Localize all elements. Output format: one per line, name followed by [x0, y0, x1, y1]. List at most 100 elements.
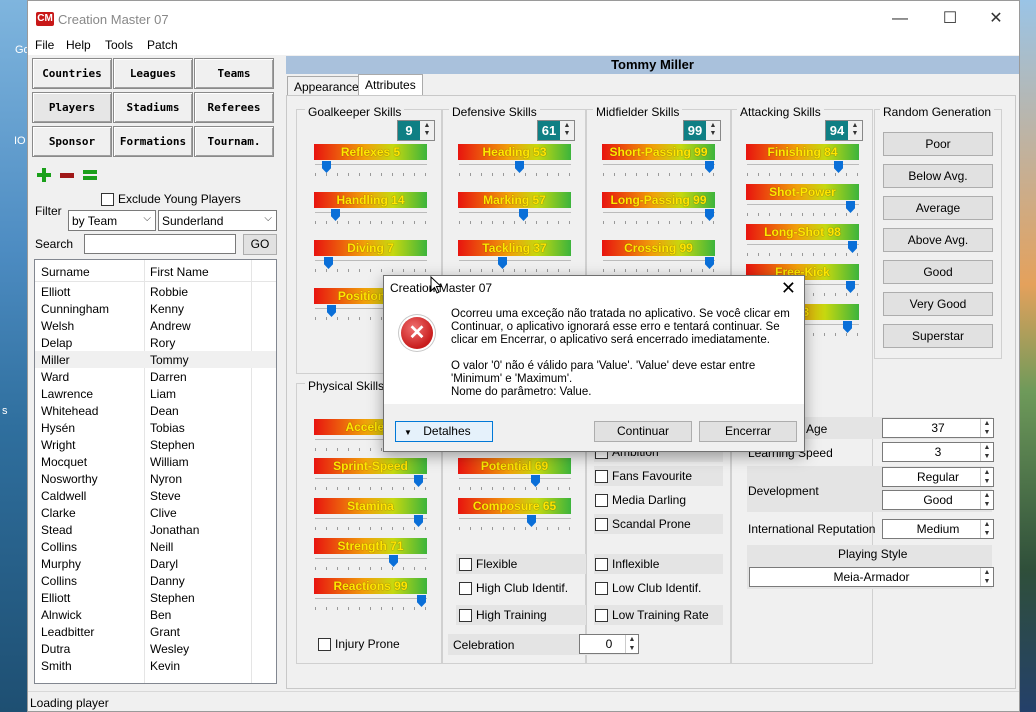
menu-file[interactable]: File [35, 38, 54, 52]
spin-arrows-icon[interactable]: ▲ ▼ [980, 443, 993, 461]
crossing-slider[interactable] [603, 257, 715, 273]
filter-team-select[interactable]: Sunderland ⌵ [158, 210, 277, 231]
slider-thumb[interactable] [705, 209, 714, 221]
spin-arrows-icon[interactable]: ▲ ▼ [980, 568, 993, 586]
list-item[interactable]: Caldwell Steve [35, 487, 276, 504]
random-superstar-button[interactable]: Superstar [883, 324, 993, 348]
go-button[interactable]: GO [243, 234, 277, 255]
high-club-identif-checkbox[interactable] [459, 582, 472, 595]
player-list[interactable]: Surname First Name Elliott Robbie Cunningh… [34, 259, 277, 684]
nav-players-button[interactable]: Players [32, 92, 112, 123]
slider-thumb[interactable] [331, 209, 340, 221]
slider-thumb[interactable] [414, 475, 423, 487]
column-header-first-name[interactable]: First Name [150, 265, 209, 279]
exit-button[interactable]: Encerrar [699, 421, 797, 442]
nav-countries-button[interactable]: Countries [32, 58, 112, 89]
list-item[interactable]: Wright Stephen [35, 436, 276, 453]
spin-arrows-icon[interactable]: ▲ ▼ [421, 122, 433, 139]
list-item[interactable]: Collins Danny [35, 572, 276, 589]
column-header-surname[interactable]: Surname [41, 265, 90, 279]
remove-icon[interactable] [60, 173, 74, 178]
maximize-icon[interactable]: ☐ [930, 7, 970, 31]
menu-patch[interactable]: Patch [147, 38, 178, 52]
menu-tools[interactable]: Tools [105, 38, 133, 52]
list-item[interactable]: Alnwick Ben [35, 606, 276, 623]
slider-thumb[interactable] [843, 321, 852, 333]
international-reputation-stepper[interactable]: Medium ▲ ▼ [882, 519, 994, 539]
list-item[interactable]: Welsh Andrew [35, 317, 276, 334]
potential-slider[interactable] [459, 475, 571, 491]
random-very-good-button[interactable]: Very Good [883, 292, 993, 316]
spin-arrows-icon[interactable]: ▲ ▼ [707, 122, 719, 139]
list-item[interactable]: Whitehead Dean [35, 402, 276, 419]
attacking-average-stepper[interactable]: 94 ▲ ▼ [825, 120, 863, 141]
stamina-slider[interactable] [315, 515, 427, 531]
random-above-avg-button[interactable]: Above Avg. [883, 228, 993, 252]
high-training-checkbox[interactable] [459, 609, 472, 622]
spin-arrows-icon[interactable]: ▲ ▼ [625, 635, 638, 653]
development-secondary-stepper[interactable]: Good ▲ ▼ [882, 490, 994, 510]
finishing-slider[interactable] [747, 161, 859, 177]
slider-thumb[interactable] [848, 241, 857, 253]
slider-thumb[interactable] [531, 475, 540, 487]
slider-thumb[interactable] [389, 555, 398, 567]
nav-teams-button[interactable]: Teams [194, 58, 274, 89]
list-item[interactable]: Leadbitter Grant [35, 623, 276, 640]
playing-style-stepper[interactable]: Meia-Armador ▲ ▼ [749, 567, 994, 587]
random-good-button[interactable]: Good [883, 260, 993, 284]
title-bar[interactable]: CM Creation Master 07 — ☐ ✕ [28, 1, 1019, 35]
copy-icon[interactable] [83, 170, 97, 180]
nav-formations-button[interactable]: Formations [113, 126, 193, 157]
handling-slider[interactable] [315, 209, 427, 225]
slider-thumb[interactable] [414, 515, 423, 527]
list-item[interactable]: Delap Rory [35, 334, 276, 351]
slider-thumb[interactable] [519, 209, 528, 221]
list-item[interactable]: Hysén Tobias [35, 419, 276, 436]
long-passing-slider[interactable] [603, 209, 715, 225]
slider-thumb[interactable] [705, 161, 714, 173]
marking-slider[interactable] [459, 209, 571, 225]
scandal-prone-checkbox[interactable] [595, 518, 608, 531]
long-shot-slider[interactable] [747, 241, 859, 257]
slider-thumb[interactable] [498, 257, 507, 269]
list-item[interactable]: Elliott Robbie [35, 283, 276, 300]
fans-favourite-checkbox[interactable] [595, 470, 608, 483]
details-button[interactable]: ▼ Detalhes [395, 421, 493, 442]
list-item[interactable]: Cunningham Kenny [35, 300, 276, 317]
close-icon[interactable]: ✕ [976, 7, 1016, 31]
spin-arrows-icon[interactable]: ▲ ▼ [980, 520, 993, 538]
reactions-slider[interactable] [315, 595, 427, 611]
slider-thumb[interactable] [834, 161, 843, 173]
list-item[interactable]: Collins Neill [35, 538, 276, 555]
slider-thumb[interactable] [515, 161, 524, 173]
list-item[interactable]: Clarke Clive [35, 504, 276, 521]
continue-button[interactable]: Continuar [594, 421, 692, 442]
slider-thumb[interactable] [322, 161, 331, 173]
tab-appearance[interactable]: Appearance [287, 76, 366, 97]
slider-thumb[interactable] [417, 595, 426, 607]
list-item[interactable]: Stead Jonathan [35, 521, 276, 538]
nav-referees-button[interactable]: Referees [194, 92, 274, 123]
random-average-button[interactable]: Average [883, 196, 993, 220]
heading-slider[interactable] [459, 161, 571, 177]
short-passing-slider[interactable] [603, 161, 715, 177]
list-item[interactable]: Dutra Wesley [35, 640, 276, 657]
low-training-rate-checkbox[interactable] [595, 609, 608, 622]
learning-speed-stepper[interactable]: 3 ▲ ▼ [882, 442, 994, 462]
diving-slider[interactable] [315, 257, 427, 273]
spin-arrows-icon[interactable]: ▲ ▼ [849, 122, 861, 139]
slider-thumb[interactable] [527, 515, 536, 527]
random-below-avg-button[interactable]: Below Avg. [883, 164, 993, 188]
development-primary-stepper[interactable]: Regular ▲ ▼ [882, 467, 994, 487]
list-item[interactable]: Lawrence Liam [35, 385, 276, 402]
minimize-icon[interactable]: — [880, 7, 920, 31]
goalkeeper-average-stepper[interactable]: 9 ▲ ▼ [397, 120, 435, 141]
slider-thumb[interactable] [327, 305, 336, 317]
list-item[interactable]: Mocquet William [35, 453, 276, 470]
shot-power-slider[interactable] [747, 201, 859, 217]
nav-leagues-button[interactable]: Leagues [113, 58, 193, 89]
exclude-young-checkbox[interactable] [101, 193, 114, 206]
tab-attributes[interactable]: Attributes [358, 74, 423, 96]
filter-type-select[interactable]: by Team ⌵ [68, 210, 156, 231]
add-icon[interactable] [37, 168, 51, 182]
